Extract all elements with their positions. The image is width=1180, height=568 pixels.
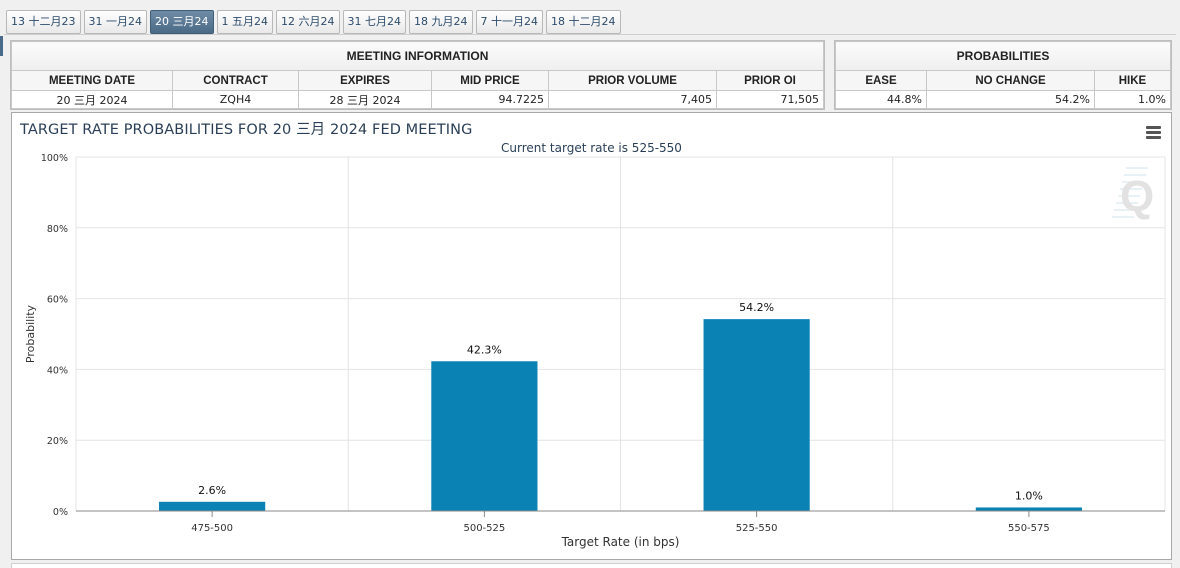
tab-meeting-0[interactable]: 13 十二月23 <box>6 10 81 34</box>
cell-prior-oi: 71,505 <box>716 90 824 109</box>
tab-meeting-3[interactable]: 1 五月24 <box>216 10 273 34</box>
watermark-logo: Q <box>1112 167 1154 221</box>
meeting-tabs: 13 十二月23 31 一月24 20 三月24 1 五月24 12 六月24 … <box>6 10 621 34</box>
bar <box>159 501 266 511</box>
x-tick-label: 475-500 <box>191 523 233 534</box>
tab-meeting-1[interactable]: 31 一月24 <box>83 10 147 34</box>
data-label: 1.0% <box>1015 489 1043 502</box>
bar <box>703 319 810 511</box>
x-tick-label: 525-550 <box>736 523 778 534</box>
cell-prior-volume: 7,405 <box>548 90 717 109</box>
meeting-information-panel: MEETING INFORMATION MEETING DATE CONTRAC… <box>10 40 825 110</box>
cell-mid-price: 94.7225 <box>431 90 549 109</box>
y-tick-label: 20% <box>47 436 68 447</box>
header-expires: EXPIRES <box>298 70 432 91</box>
data-label: 2.6% <box>198 484 226 497</box>
next-panel-edge <box>11 563 1172 568</box>
left-edge-strip <box>0 36 3 56</box>
meeting-information-title: MEETING INFORMATION <box>11 41 824 71</box>
chart-panel: TARGET RATE PROBABILITIES FOR 20 三月 2024… <box>11 112 1172 560</box>
header-ease: EASE <box>835 70 927 91</box>
cell-ease: 44.8% <box>835 90 927 109</box>
y-tick-label: 80% <box>47 224 68 235</box>
data-label: 42.3% <box>467 343 502 356</box>
bar <box>975 507 1082 511</box>
probabilities-panel: PROBABILITIES EASE NO CHANGE HIKE 44.8% … <box>834 40 1172 110</box>
y-tick-label: 100% <box>41 153 68 164</box>
tab-meeting-2[interactable]: 20 三月24 <box>150 10 214 34</box>
header-no-change: NO CHANGE <box>926 70 1095 91</box>
cell-meeting-date: 20 三月 2024 <box>11 90 173 109</box>
tab-meeting-5[interactable]: 31 七月24 <box>342 10 406 34</box>
y-axis-title: Probability <box>24 304 37 363</box>
header-contract: CONTRACT <box>172 70 299 91</box>
cell-no-change: 54.2% <box>926 90 1095 109</box>
cell-hike: 1.0% <box>1094 90 1171 109</box>
tab-meeting-8[interactable]: 18 十二月24 <box>546 10 621 34</box>
y-tick-label: 40% <box>47 365 68 376</box>
watermark-letter: Q <box>1120 172 1154 221</box>
x-tick-label: 550-575 <box>1008 523 1050 534</box>
header-prior-volume: PRIOR VOLUME <box>548 70 717 91</box>
probabilities-table: PROBABILITIES EASE NO CHANGE HIKE 44.8% … <box>835 41 1171 109</box>
meeting-information-table: MEETING INFORMATION MEETING DATE CONTRAC… <box>11 41 824 109</box>
cell-expires: 28 三月 2024 <box>298 90 432 109</box>
header-hike: HIKE <box>1094 70 1171 91</box>
header-prior-oi: PRIOR OI <box>716 70 824 91</box>
tab-underline <box>4 34 1176 35</box>
header-meeting-date: MEETING DATE <box>11 70 173 91</box>
data-label: 54.2% <box>739 301 774 314</box>
y-tick-label: 0% <box>53 507 68 518</box>
y-tick-label: 60% <box>47 295 68 306</box>
cell-contract: ZQH4 <box>172 90 299 109</box>
x-axis-title: Target Rate (in bps) <box>561 535 680 549</box>
tab-meeting-4[interactable]: 12 六月24 <box>276 10 340 34</box>
tab-meeting-7[interactable]: 7 十一月24 <box>475 10 543 34</box>
probabilities-title: PROBABILITIES <box>835 41 1171 71</box>
tab-meeting-6[interactable]: 18 九月24 <box>409 10 473 34</box>
header-mid-price: MID PRICE <box>431 70 549 91</box>
x-tick-label: 500-525 <box>463 523 505 534</box>
bar-chart: Q 0% 20% 40% 60% 80% 100% 2.6% 475-500 42.3% 500-5… <box>24 153 1166 549</box>
bar <box>431 361 538 511</box>
